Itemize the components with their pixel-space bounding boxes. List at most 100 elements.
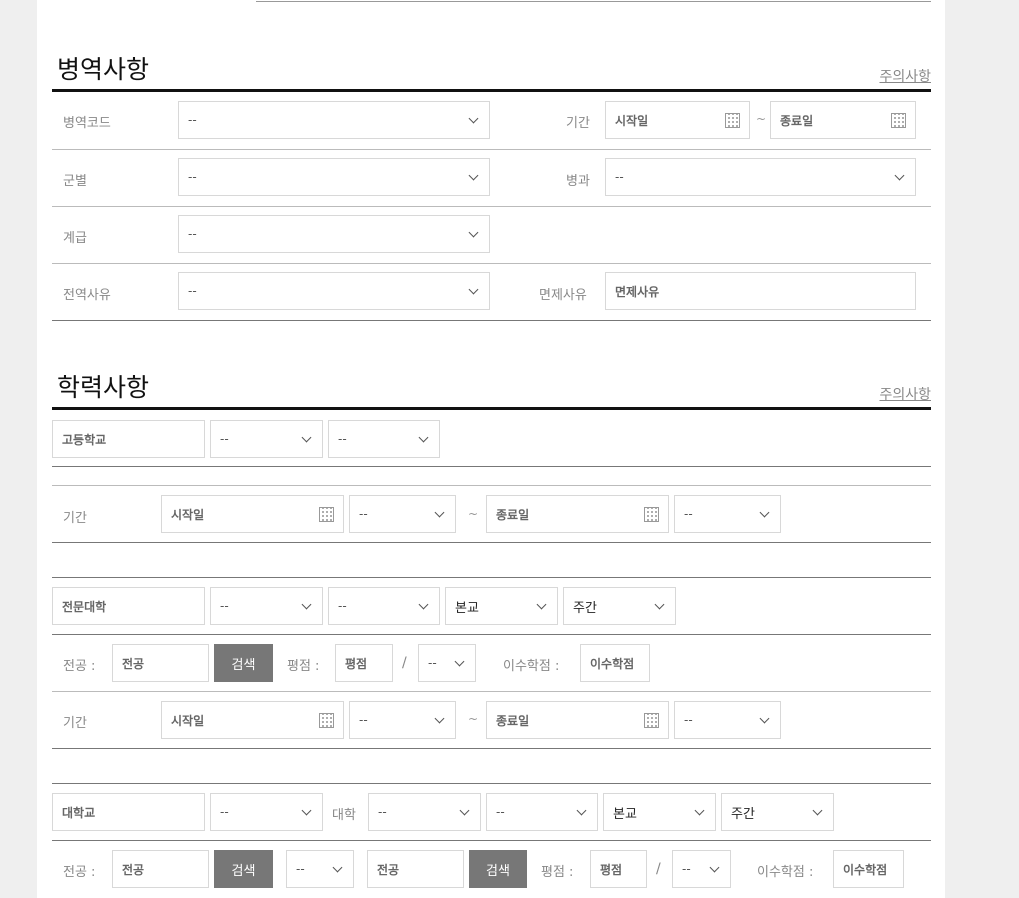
calendar-icon[interactable]	[319, 507, 334, 522]
university-name-input[interactable]: 대학교	[52, 793, 205, 831]
highschool-end-date[interactable]: 종료일	[486, 495, 669, 533]
college-major-search-button[interactable]: 검색	[214, 644, 273, 682]
military-start-date[interactable]: 시작일	[605, 101, 750, 139]
military-rank-value: --	[188, 227, 197, 241]
college-shift-value: 주간	[573, 600, 597, 616]
highschool-select-2[interactable]: --	[328, 420, 440, 458]
university-select-3[interactable]: --	[486, 793, 598, 831]
top-divider	[256, 1, 931, 2]
education-caution-link[interactable]: 주의사항	[879, 384, 931, 404]
university-gpa-scale-value: --	[682, 862, 691, 876]
chevron-down-icon	[654, 599, 665, 610]
form-card: 병역사항 주의사항 병역코드 -- 기간 시작일 ~ 종료일 군별 -- 병과 …	[37, 0, 945, 898]
college-shift-select[interactable]: 주간	[563, 587, 676, 625]
military-branch-label: 군별	[63, 174, 87, 189]
college-period-label: 기간	[63, 716, 87, 731]
calendar-icon[interactable]	[644, 507, 659, 522]
college-start-status-select[interactable]: --	[349, 701, 456, 739]
military-section-title: 병역사항	[57, 55, 150, 84]
chevron-down-icon	[468, 113, 479, 124]
university-campus-value: 본교	[613, 806, 637, 822]
university-select-1[interactable]: --	[210, 793, 323, 831]
university-major-search-button[interactable]: 검색	[214, 850, 273, 888]
calendar-icon[interactable]	[319, 713, 334, 728]
university-gpa-placeholder: 평점	[600, 862, 623, 877]
college-major-placeholder: 전공	[122, 656, 145, 671]
college-end-status-select[interactable]: --	[674, 701, 781, 739]
row-divider	[52, 840, 931, 841]
military-end-date[interactable]: 종료일	[770, 101, 916, 139]
military-code-value: --	[188, 113, 197, 127]
military-rank-select[interactable]: --	[178, 215, 490, 253]
university-select-3-value: --	[496, 805, 505, 819]
college-gpa-scale-select[interactable]: --	[418, 644, 476, 682]
calendar-icon[interactable]	[644, 713, 659, 728]
university-gpa-scale-select[interactable]: --	[672, 850, 731, 888]
college-gpa-label: 평점 :	[287, 659, 320, 674]
college-select-1[interactable]: --	[210, 587, 323, 625]
military-discharge-select[interactable]: --	[178, 272, 490, 310]
chevron-down-icon	[434, 713, 445, 724]
college-credits-label: 이수학점 :	[503, 659, 560, 674]
highschool-start-status-value: --	[359, 507, 368, 521]
college-credits-input[interactable]: 이수학점	[580, 644, 650, 682]
university-major2-search-button[interactable]: 검색	[469, 850, 527, 888]
military-rank-label: 계급	[63, 231, 87, 246]
college-start-date[interactable]: 시작일	[161, 701, 344, 739]
military-discharge-value: --	[188, 284, 197, 298]
college-select-2[interactable]: --	[328, 587, 440, 625]
university-credits-input[interactable]: 이수학점	[833, 850, 904, 888]
military-discharge-label: 전역사유	[63, 288, 111, 303]
university-major2-input[interactable]: 전공	[367, 850, 464, 888]
chevron-down-icon	[468, 170, 479, 181]
highschool-start-status-select[interactable]: --	[349, 495, 456, 533]
university-shift-select[interactable]: 주간	[721, 793, 834, 831]
military-branch-select[interactable]: --	[178, 158, 490, 196]
university-gpa-slash: /	[656, 861, 661, 877]
military-exemption-input[interactable]: 면제사유	[605, 272, 916, 310]
college-credits-placeholder: 이수학점	[590, 656, 635, 671]
calendar-icon[interactable]	[891, 113, 906, 128]
highschool-start-placeholder: 시작일	[171, 507, 205, 522]
highschool-select-1[interactable]: --	[210, 420, 323, 458]
university-credits-label: 이수학점 :	[757, 865, 814, 880]
highschool-select-1-value: --	[220, 432, 229, 446]
college-select-2-value: --	[338, 599, 347, 613]
highschool-period-label: 기간	[63, 511, 87, 526]
university-gpa-input[interactable]: 평점	[590, 850, 647, 888]
row-divider	[52, 783, 931, 784]
chevron-down-icon	[812, 805, 823, 816]
highschool-end-status-select[interactable]: --	[674, 495, 781, 533]
college-gpa-input[interactable]: 평점	[335, 644, 393, 682]
highschool-start-date[interactable]: 시작일	[161, 495, 344, 533]
college-end-status-value: --	[684, 713, 693, 727]
college-campus-select[interactable]: 본교	[445, 587, 558, 625]
highschool-name-input[interactable]: 고등학교	[52, 420, 205, 458]
calendar-icon[interactable]	[725, 113, 740, 128]
college-period-tilde: ~	[468, 712, 479, 726]
college-name-input[interactable]: 전문대학	[52, 587, 205, 625]
college-start-status-value: --	[359, 713, 368, 727]
university-campus-select[interactable]: 본교	[603, 793, 716, 831]
military-caution-link[interactable]: 주의사항	[879, 66, 931, 86]
college-major-input[interactable]: 전공	[112, 644, 209, 682]
highschool-period-tilde: ~	[468, 507, 479, 521]
chevron-down-icon	[332, 862, 343, 873]
chevron-down-icon	[536, 599, 547, 610]
military-branch-value: --	[188, 170, 197, 184]
military-exemption-placeholder: 면제사유	[615, 284, 660, 299]
military-period-tilde: ~	[756, 112, 767, 126]
military-specialty-value: --	[615, 170, 624, 184]
military-code-select[interactable]: --	[178, 101, 490, 139]
chevron-down-icon	[468, 227, 479, 238]
university-major-input[interactable]: 전공	[112, 850, 209, 888]
university-college-select[interactable]: --	[368, 793, 481, 831]
university-major2-select[interactable]: --	[286, 850, 354, 888]
section-bottom-rule	[52, 320, 931, 321]
college-gpa-placeholder: 평점	[345, 656, 368, 671]
college-end-date[interactable]: 종료일	[486, 701, 669, 739]
chevron-down-icon	[301, 599, 312, 610]
military-specialty-select[interactable]: --	[605, 158, 916, 196]
college-name-placeholder: 전문대학	[62, 599, 107, 614]
chevron-down-icon	[894, 170, 905, 181]
